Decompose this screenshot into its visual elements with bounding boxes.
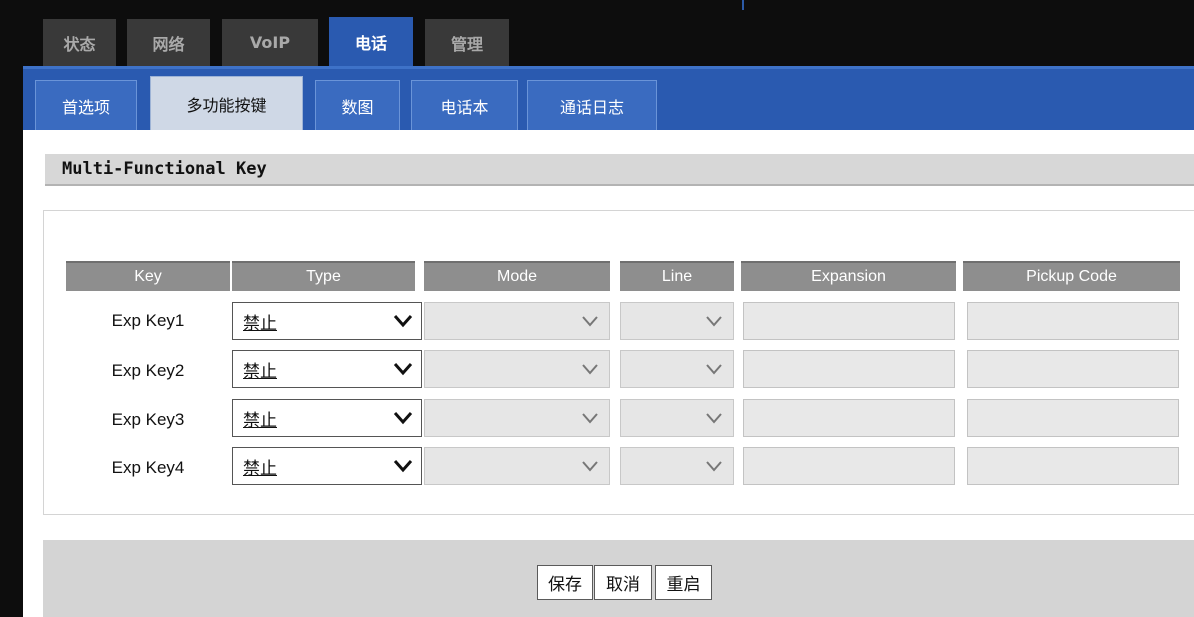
chevron-down-icon	[393, 363, 413, 376]
header-expansion: Expansion	[741, 261, 956, 291]
chevron-down-icon	[582, 316, 598, 327]
tab-status[interactable]: 状态	[43, 19, 116, 66]
type-select[interactable]: 禁止	[232, 447, 422, 485]
tab-voip[interactable]: VoIP	[222, 19, 318, 66]
key-label: Exp Key4	[111, 458, 185, 477]
header-key: Key	[66, 261, 230, 291]
tab-management[interactable]: 管理	[425, 19, 509, 66]
type-select[interactable]: 禁止	[232, 302, 422, 340]
subtab-call-log[interactable]: 通话日志	[527, 80, 657, 130]
chevron-down-icon	[706, 461, 722, 472]
type-select[interactable]: 禁止	[232, 350, 422, 388]
chevron-down-icon	[582, 364, 598, 375]
pickup-code-input[interactable]	[967, 399, 1179, 437]
expansion-input[interactable]	[743, 399, 955, 437]
cancel-button[interactable]: 取消	[594, 565, 652, 600]
tab-network[interactable]: 网络	[127, 19, 210, 66]
chevron-down-icon	[393, 460, 413, 473]
subtab-digit-map[interactable]: 数图	[315, 80, 400, 130]
line-select[interactable]	[620, 302, 734, 340]
pickup-code-input[interactable]	[967, 302, 1179, 340]
top-accent-mark	[742, 0, 744, 10]
subtab-multifunction-key[interactable]: 多功能按键	[150, 76, 303, 130]
subtab-preferences[interactable]: 首选项	[35, 80, 137, 130]
tab-phone[interactable]: 电话	[329, 17, 413, 66]
line-select[interactable]	[620, 447, 734, 485]
type-value: 禁止	[243, 313, 277, 334]
key-label: Exp Key3	[111, 410, 185, 429]
type-value: 禁止	[243, 361, 277, 382]
subtab-phonebook[interactable]: 电话本	[411, 80, 518, 130]
chevron-down-icon	[706, 413, 722, 424]
key-label: Exp Key2	[111, 361, 185, 380]
mode-select[interactable]	[424, 302, 610, 340]
expansion-input[interactable]	[743, 350, 955, 388]
reboot-button[interactable]: 重启	[655, 565, 712, 600]
chevron-down-icon	[582, 413, 598, 424]
line-select[interactable]	[620, 350, 734, 388]
key-label: Exp Key1	[111, 311, 185, 330]
chevron-down-icon	[393, 315, 413, 328]
save-button[interactable]: 保存	[537, 565, 593, 600]
type-value: 禁止	[243, 410, 277, 431]
section-title: Multi-Functional Key	[45, 154, 1194, 186]
line-select[interactable]	[620, 399, 734, 437]
header-mode: Mode	[424, 261, 610, 291]
type-select[interactable]: 禁止	[232, 399, 422, 437]
pickup-code-input[interactable]	[967, 350, 1179, 388]
mode-select[interactable]	[424, 350, 610, 388]
chevron-down-icon	[582, 461, 598, 472]
header-line: Line	[620, 261, 734, 291]
type-value: 禁止	[243, 458, 277, 479]
left-frame	[0, 0, 23, 617]
mode-select[interactable]	[424, 399, 610, 437]
chevron-down-icon	[706, 364, 722, 375]
chevron-down-icon	[393, 412, 413, 425]
header-pickup-code: Pickup Code	[963, 261, 1180, 291]
pickup-code-input[interactable]	[967, 447, 1179, 485]
header-type: Type	[232, 261, 415, 291]
expansion-input[interactable]	[743, 447, 955, 485]
chevron-down-icon	[706, 316, 722, 327]
expansion-input[interactable]	[743, 302, 955, 340]
mode-select[interactable]	[424, 447, 610, 485]
